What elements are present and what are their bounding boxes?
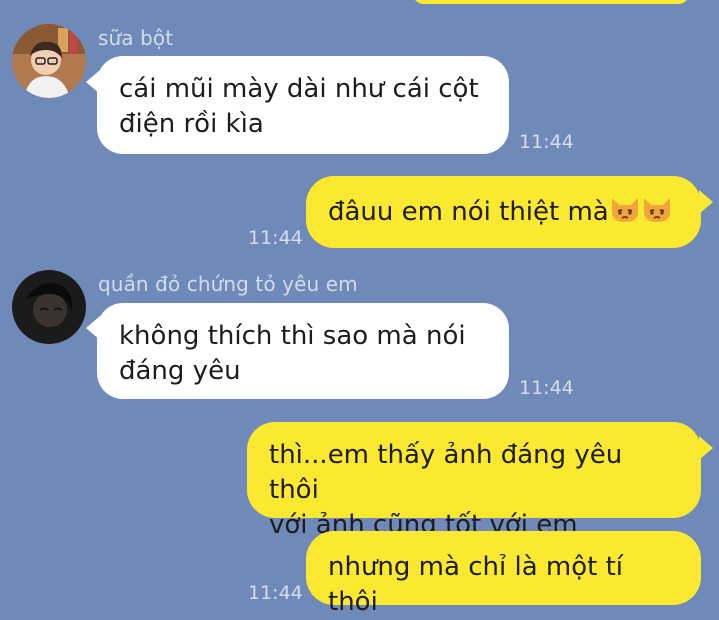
- message-text-line: điện rồi kìa: [119, 109, 264, 139]
- pouting-cat-icon: [641, 196, 673, 234]
- message-text-line: thì...em thấy ảnh đáng yêu thôi: [269, 440, 623, 505]
- outgoing-message-bubble[interactable]: nhưng mà chỉ là một tí thôi: [306, 531, 701, 617]
- incoming-message-bubble[interactable]: cái mũi mày dài như cái cột điện rồi kìa: [97, 56, 509, 154]
- message-timestamp: 11:44: [519, 377, 574, 399]
- incoming-message-bubble[interactable]: không thích thì sao mà nói đáng yêu: [97, 303, 509, 399]
- outgoing-message-bubble[interactable]: đâuu em nói thiệt mà: [306, 176, 701, 248]
- sender-name: sữa bột: [98, 26, 174, 50]
- outgoing-message-bubble[interactable]: thì...em thấy ảnh đáng yêu thôi với ảnh …: [247, 422, 701, 540]
- sender-avatar[interactable]: [12, 270, 86, 344]
- message-text: nhưng mà chỉ là một tí thôi: [328, 552, 624, 617]
- message-timestamp: 11:44: [519, 131, 574, 153]
- avatar-photo-icon: [12, 24, 86, 98]
- previous-message-bubble[interactable]: [412, 0, 690, 4]
- message-text-line: đáng yêu: [119, 356, 241, 386]
- pouting-cat-icon: [609, 196, 641, 234]
- bubble-tail: [699, 436, 713, 460]
- message-text: đâuu em nói thiệt mà: [328, 197, 609, 227]
- message-text-line: cái mũi mày dài như cái cột: [119, 74, 479, 104]
- chat-thread[interactable]: sữa bột cái mũi mày dài như cái cột điện…: [0, 0, 719, 617]
- message-timestamp: 11:44: [248, 582, 303, 604]
- message-timestamp: 11:44: [248, 227, 303, 249]
- avatar-photo-icon: [12, 270, 86, 344]
- message-text-line: không thích thì sao mà nói: [119, 321, 466, 351]
- sender-name: quần đỏ chứng tỏ yêu em: [98, 272, 358, 296]
- sender-avatar[interactable]: [12, 24, 86, 98]
- bubble-tail: [699, 190, 713, 214]
